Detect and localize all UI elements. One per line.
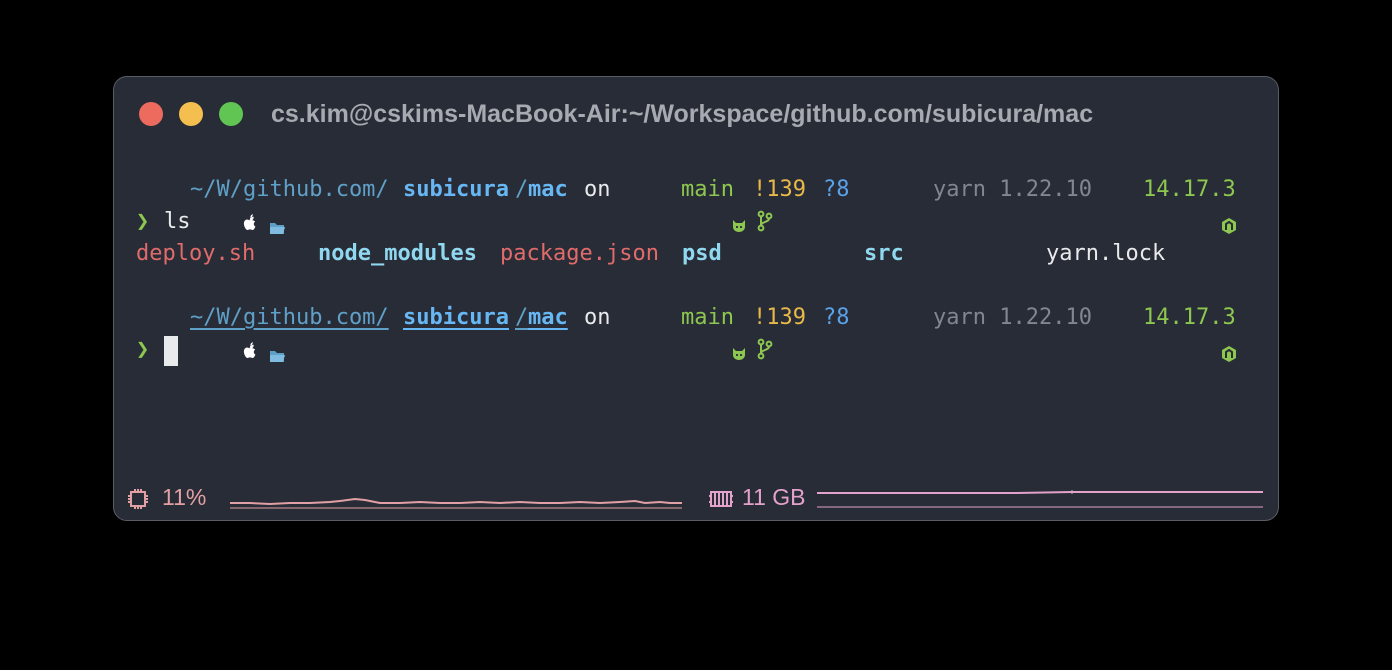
git-modified-count: !139 [753, 305, 806, 330]
cpu-usage: 11% [162, 484, 207, 510]
ls-entry: psd [682, 241, 722, 266]
command-line: ❯ ls [136, 206, 1258, 238]
terminal-output[interactable]: ~/W/github.com/ subicura / mac on main !… [136, 174, 1258, 366]
path-separator: / [515, 177, 529, 202]
path-dir: mac [528, 177, 568, 202]
memory-usage: 11 GB [742, 484, 806, 510]
node-version: 14.17.3 [1143, 177, 1236, 202]
path-repo-link[interactable]: subicura [403, 302, 509, 334]
git-modified-count: !139 [753, 177, 806, 202]
ls-entry: deploy.sh [136, 241, 256, 266]
text-cursor [164, 336, 178, 366]
node-version: 14.17.3 [1143, 305, 1236, 330]
zoom-button[interactable] [219, 102, 243, 126]
path-repo: subicura [403, 177, 509, 202]
on-label: on [584, 177, 611, 202]
yarn-version: yarn 1.22.10 [933, 305, 1092, 330]
ls-entry: node_modules [318, 241, 477, 266]
memory-sparkline [817, 490, 1263, 508]
window-title: cs.kim@cskims-MacBook-Air:~/Workspace/gi… [271, 100, 1094, 128]
git-branch-name: main [681, 305, 734, 330]
yarn-version: yarn 1.22.10 [933, 177, 1092, 202]
ls-entry: yarn.lock [1046, 241, 1166, 266]
prompt-arrow: ❯ [136, 337, 150, 362]
window-controls [139, 102, 243, 126]
command-text: ls [164, 209, 191, 234]
path-prefix-link[interactable]: ~/W/github.com/ [190, 302, 389, 334]
prompt-line: ~/W/github.com/ subicura / mac on main !… [136, 302, 1258, 362]
cpu-sparkline [230, 497, 682, 509]
path-prefix: ~/W/github.com/ [190, 177, 389, 202]
prompt-line: ~/W/github.com/ subicura / mac on main !… [136, 174, 1258, 234]
ls-output: deploy.sh node_modules package.json psd … [136, 238, 1258, 270]
cpu-chip-icon [126, 486, 150, 520]
ls-entry: src [864, 241, 904, 266]
active-command-line[interactable]: ❯ [136, 334, 1258, 366]
prompt-arrow: ❯ [136, 209, 150, 234]
on-label: on [584, 305, 611, 330]
path-separator[interactable]: / [515, 302, 528, 334]
git-branch-name: main [681, 177, 734, 202]
terminal-window[interactable]: cs.kim@cskims-MacBook-Air:~/Workspace/gi… [113, 76, 1279, 521]
status-bar: 11% 11 GB [126, 480, 1263, 514]
minimize-button[interactable] [179, 102, 203, 126]
ls-entry: package.json [500, 241, 659, 266]
git-untracked-count: ?8 [823, 177, 850, 202]
path-dir-link[interactable]: mac [528, 302, 568, 334]
git-untracked-count: ?8 [823, 305, 850, 330]
close-button[interactable] [139, 102, 163, 126]
memory-icon [709, 486, 733, 520]
